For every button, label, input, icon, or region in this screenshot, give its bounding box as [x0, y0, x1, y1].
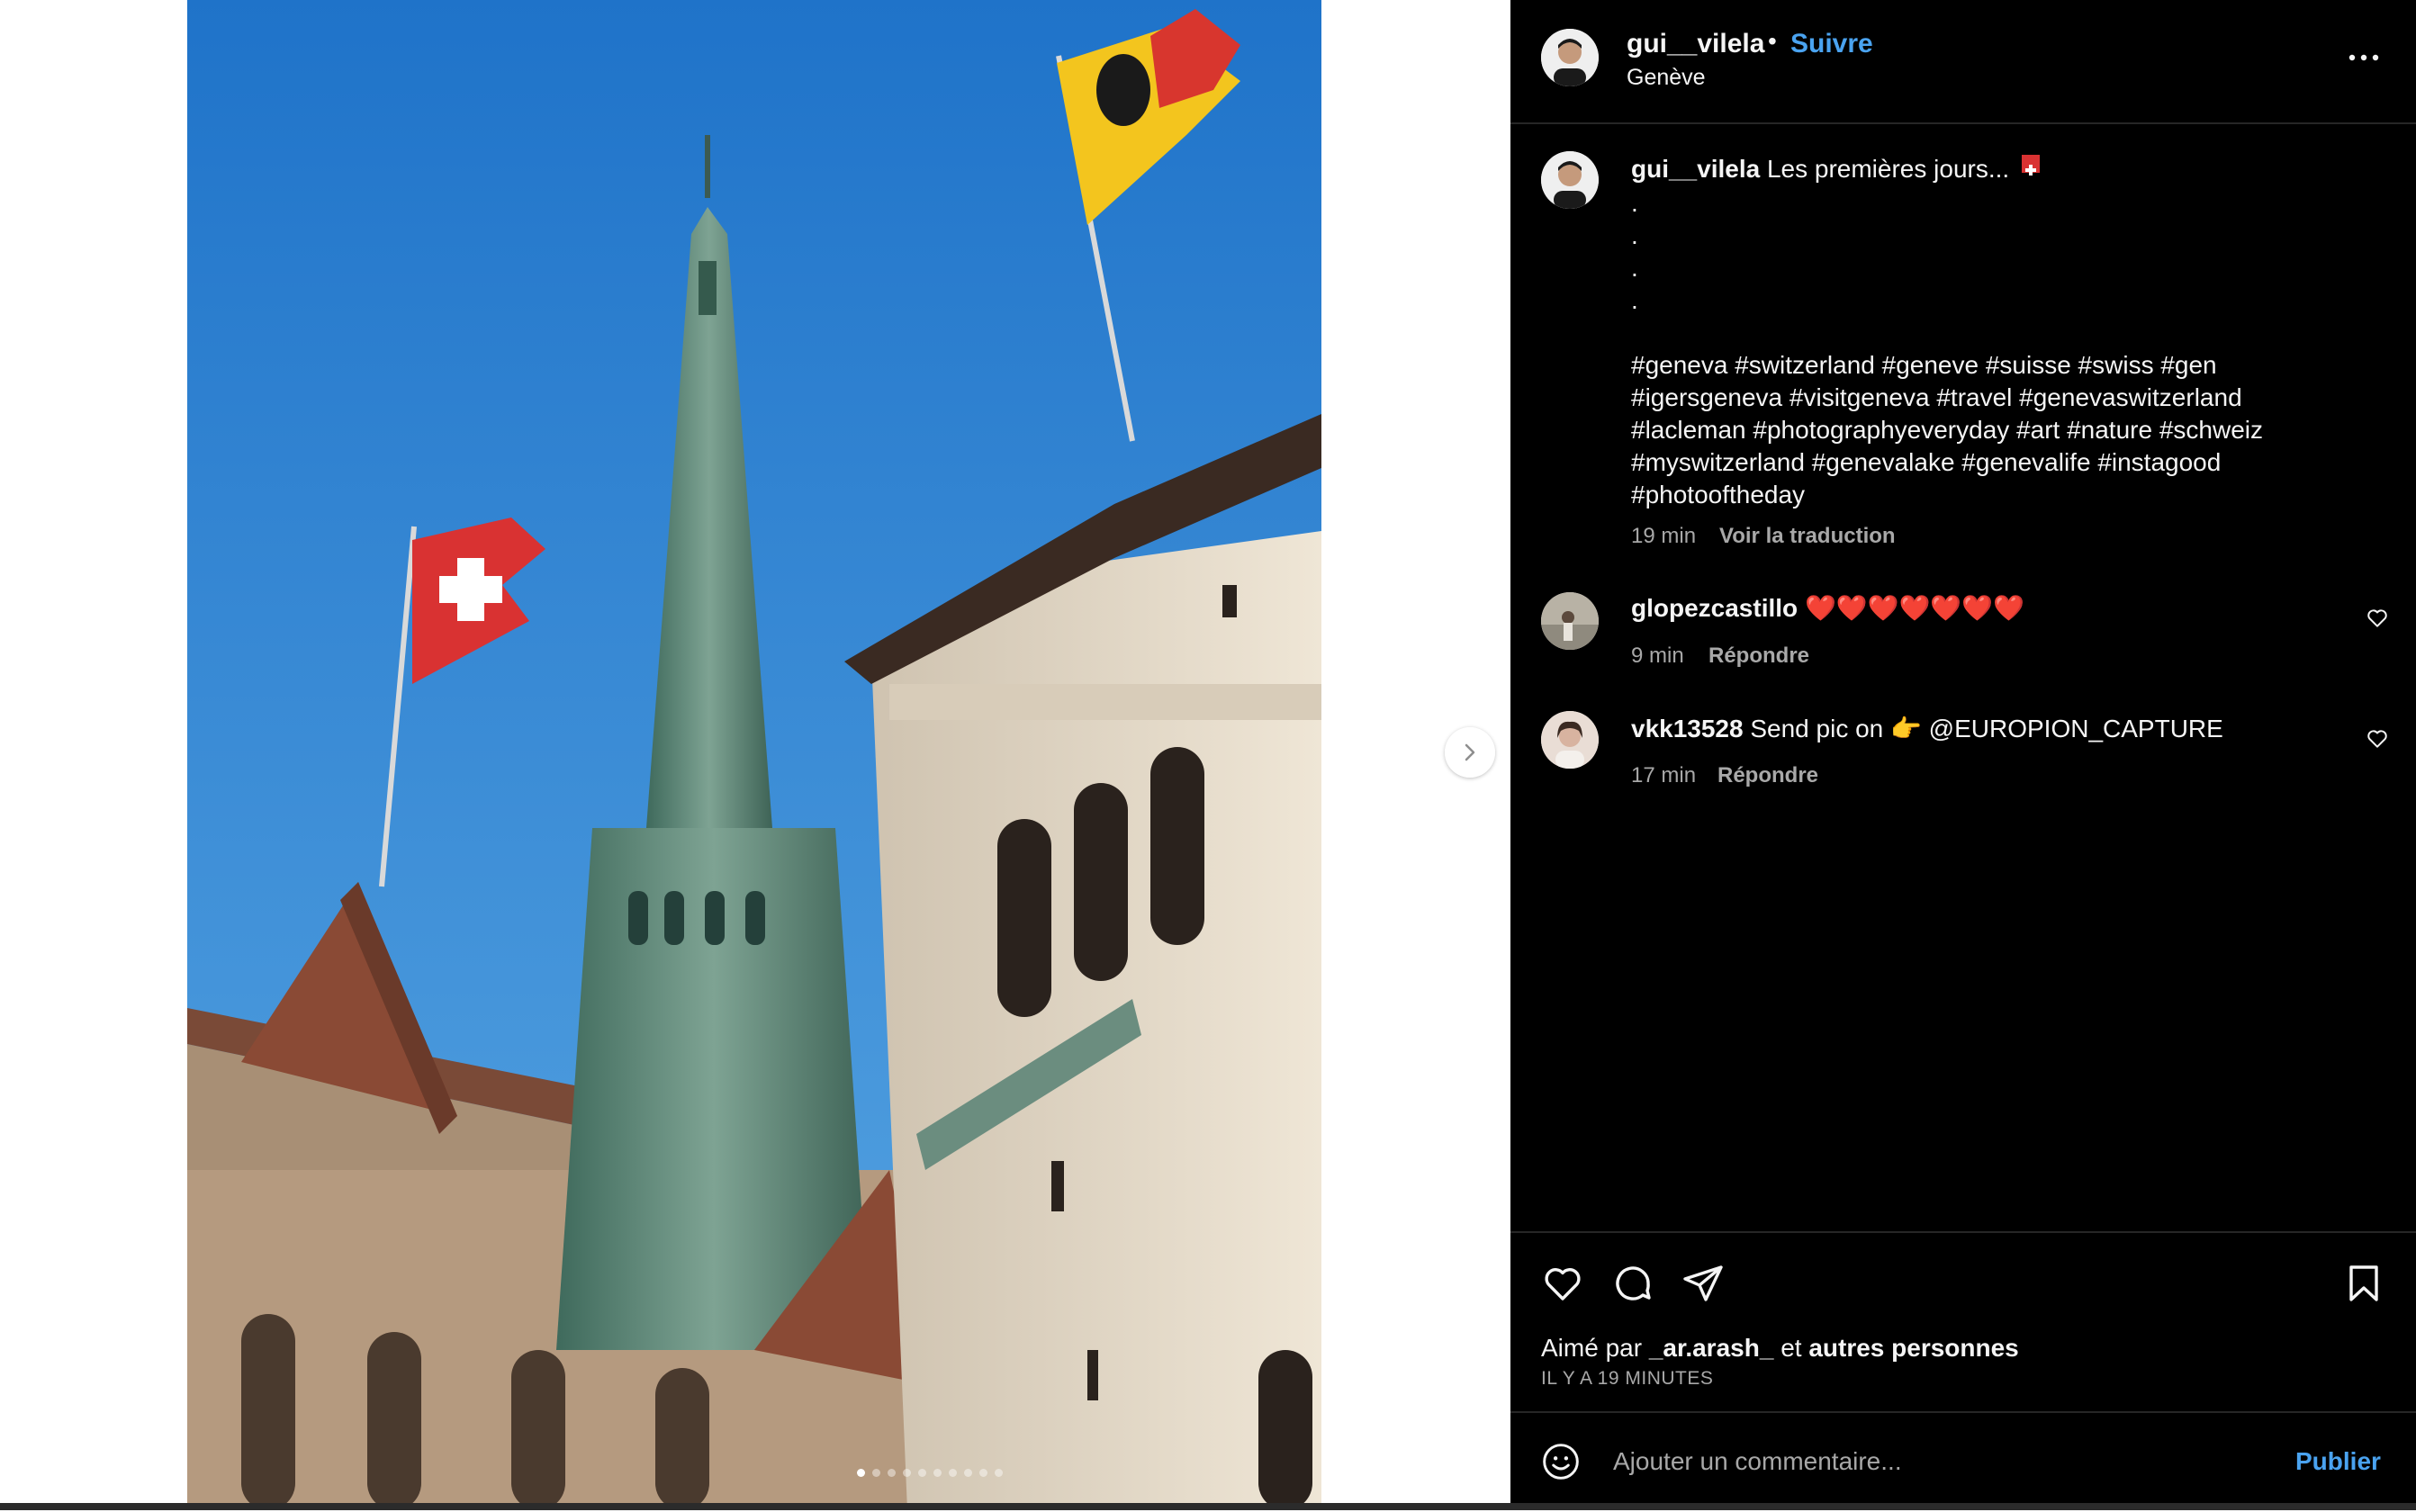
like-comment-button[interactable] — [2366, 607, 2389, 630]
heart-outline-icon — [2367, 730, 2387, 748]
post-location[interactable]: Genève — [1627, 65, 1706, 91]
author-username[interactable]: gui__vilela — [1627, 29, 1764, 59]
likes-summary: Aimé par _ar.arash_ et autres personnes — [1541, 1334, 2019, 1363]
emoji-button[interactable] — [1541, 1442, 1581, 1481]
carousel-dot — [949, 1469, 957, 1477]
post-side-panel: gui__vilela • Suivre Genève gui__vilela … — [1510, 0, 2416, 1510]
cathedral-photo — [187, 0, 1321, 1510]
carousel-dot — [918, 1469, 926, 1477]
caption-hashtags-line[interactable]: #lacleman #photographyeveryday #art #nat… — [1631, 414, 2263, 446]
caption-text: Les premières jours... — [1766, 155, 2010, 183]
liker-username[interactable]: _ar.arash_ — [1649, 1334, 1774, 1362]
reply-link[interactable]: Répondre — [1717, 763, 1818, 788]
commenter-username[interactable]: vkk13528 — [1631, 715, 1744, 742]
carousel-dot — [979, 1469, 987, 1477]
comment-input[interactable] — [1611, 1438, 2245, 1485]
author-avatar[interactable] — [1541, 29, 1599, 86]
person-avatar-icon — [1541, 151, 1599, 209]
add-comment-bar: Publier — [1510, 1411, 2416, 1512]
publish-button[interactable]: Publier — [2295, 1447, 2381, 1476]
caption-dot: . — [1631, 221, 1638, 249]
caption-hashtags-line[interactable]: #photooftheday — [1631, 479, 1805, 511]
caption-hashtags-line[interactable]: #geneva #switzerland #geneve #suisse #sw… — [1631, 349, 2217, 382]
carousel-dot — [933, 1469, 942, 1477]
other-likers-link[interactable]: autres personnes — [1808, 1334, 2018, 1362]
person-avatar-icon — [1541, 592, 1599, 650]
person-avatar-icon — [1541, 29, 1599, 86]
bookmark-icon — [2349, 1265, 2378, 1301]
comment-line: glopezcastillo ❤️❤️❤️❤️❤️❤️❤️ — [1631, 592, 2024, 625]
caption-time: 19 min — [1631, 524, 1697, 548]
carousel-dot — [964, 1469, 972, 1477]
reply-link[interactable]: Répondre — [1708, 644, 1809, 669]
likes-conjunction: et — [1780, 1334, 1802, 1362]
follow-button[interactable]: Suivre — [1790, 29, 1873, 59]
carousel-dot — [995, 1469, 1003, 1477]
like-button[interactable] — [1541, 1262, 1584, 1305]
caption-hashtags-line[interactable]: #igersgeneva #visitgeneva #travel #genev… — [1631, 382, 2242, 414]
person-avatar-icon — [1541, 711, 1599, 769]
carousel-dots — [857, 1469, 1003, 1477]
carousel-dot — [872, 1469, 880, 1477]
caption-username[interactable]: gui__vilela — [1631, 155, 1760, 183]
more-options-button[interactable] — [2341, 40, 2386, 76]
comment-line: vkk13528 Send pic on 👉 @EUROPION_CAPTURE — [1631, 713, 2223, 745]
heart-outline-icon — [1545, 1268, 1581, 1300]
like-comment-button[interactable] — [2366, 727, 2389, 751]
caption-avatar[interactable] — [1541, 151, 1599, 209]
caption-dot: . — [1631, 189, 1638, 217]
paper-plane-icon — [1683, 1265, 1723, 1301]
comment-time: 9 min — [1631, 644, 1684, 668]
carousel-dot — [903, 1469, 911, 1477]
save-button[interactable] — [2342, 1262, 2385, 1305]
chevron-right-icon — [1465, 743, 1475, 761]
speech-bubble-icon — [1616, 1266, 1651, 1300]
comment-time: 17 min — [1631, 763, 1697, 788]
smiley-icon — [1543, 1444, 1579, 1480]
window-bottom-edge — [0, 1503, 2416, 1510]
caption-dot: . — [1631, 286, 1638, 314]
caption-hashtags-line[interactable]: #myswitzerland #genevalake #genevalife #… — [1631, 446, 2221, 479]
next-slide-button[interactable] — [1445, 727, 1495, 778]
see-translation-link[interactable]: Voir la traduction — [1719, 524, 1896, 549]
commenter-username[interactable]: glopezcastillo — [1631, 594, 1798, 622]
carousel-dot — [888, 1469, 896, 1477]
heart-outline-icon — [2367, 609, 2387, 627]
more-horizontal-icon — [2348, 54, 2379, 61]
caption-first-line: gui__vilela Les premières jours... — [1631, 153, 2040, 185]
post-photo — [187, 0, 1321, 1510]
comment-text: ❤️❤️❤️❤️❤️❤️❤️ — [1804, 594, 2024, 622]
caption-dot: . — [1631, 254, 1638, 282]
separator-dot: • — [1768, 27, 1777, 55]
likes-prefix: Aimé par — [1541, 1334, 1643, 1362]
swiss-flag-icon — [2021, 155, 2040, 176]
commenter-avatar[interactable] — [1541, 711, 1599, 769]
post-header: gui__vilela • Suivre Genève — [1510, 0, 2416, 124]
commenter-avatar[interactable] — [1541, 592, 1599, 650]
comment-button[interactable] — [1611, 1262, 1654, 1305]
post-timestamp: IL Y A 19 MINUTES — [1541, 1368, 1714, 1389]
carousel-dot — [857, 1469, 865, 1477]
share-button[interactable] — [1681, 1262, 1725, 1305]
comment-text: Send pic on 👉 @EUROPION_CAPTURE — [1750, 715, 2223, 742]
